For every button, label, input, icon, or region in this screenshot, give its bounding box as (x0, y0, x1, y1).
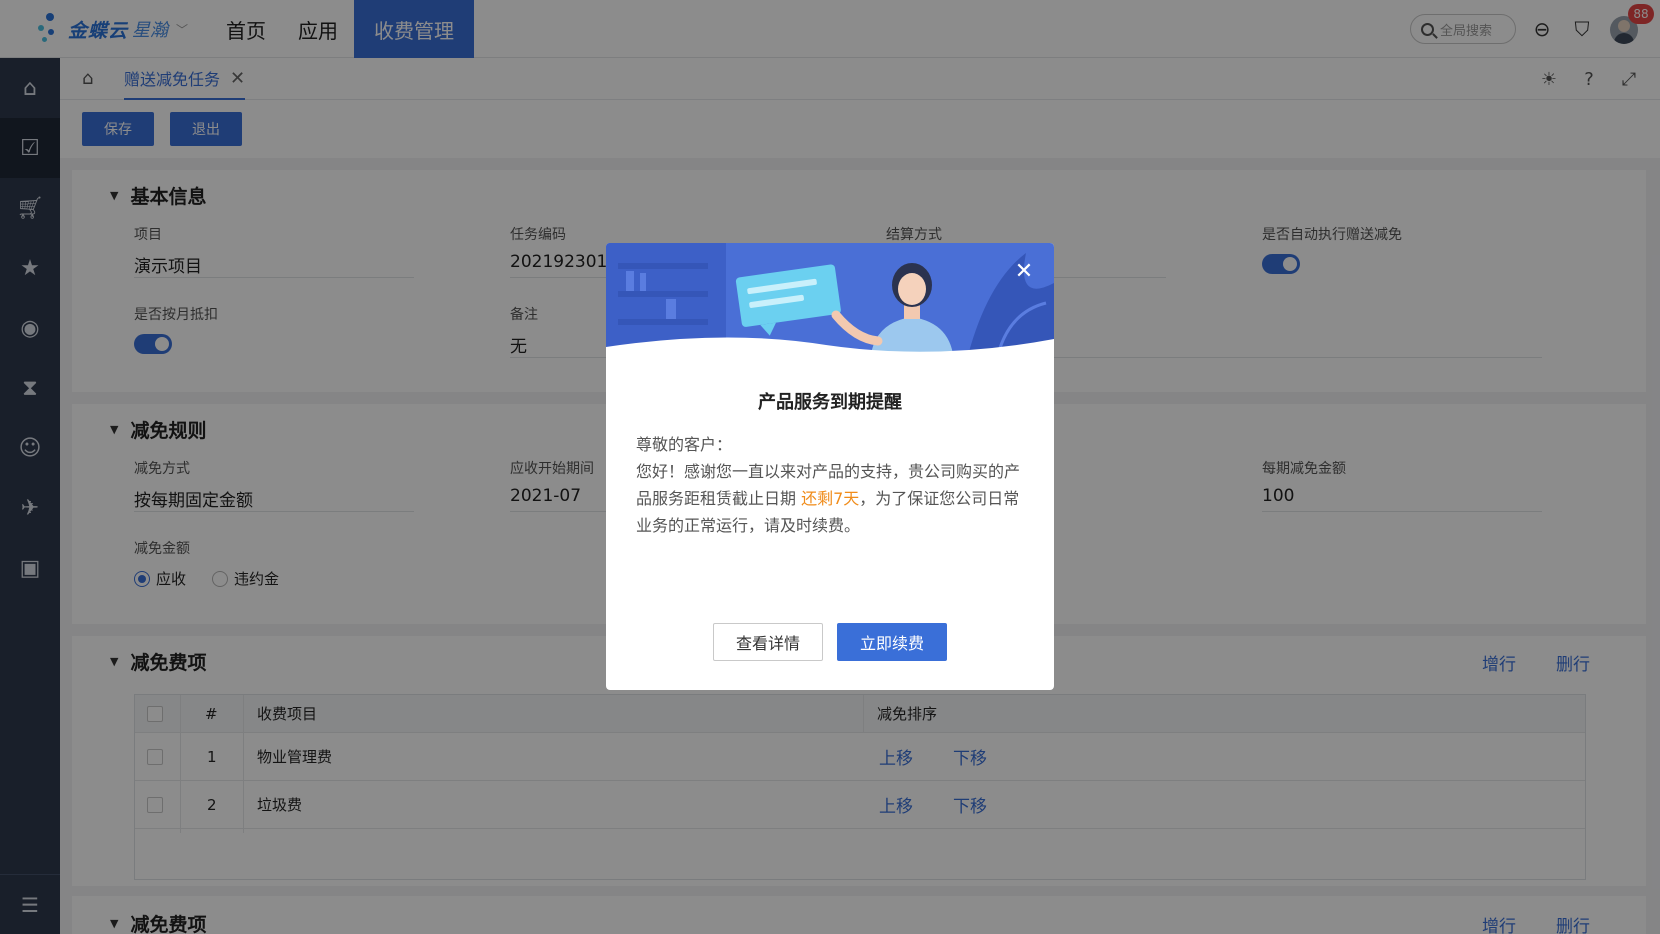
dialog-message: 尊敬的客户： 您好！感谢您一直以来对产品的支持，贵公司购买的产品服务距租赁截止日… (636, 431, 1028, 539)
days-remaining-highlight: 还剩7天 (801, 489, 860, 508)
view-details-button[interactable]: 查看详情 (713, 623, 823, 661)
dialog-greeting: 尊敬的客户： (636, 435, 733, 454)
banner-illustration (606, 243, 1054, 363)
expiry-reminder-dialog: ✕ 产品服务到期提醒 尊敬的客户： 您好！感谢您一直以来对产品的支持，贵公司购买… (606, 243, 1054, 690)
dialog-content: 您好！感谢您一直以来对产品的支持，贵公司购买的产品服务距租赁截止日期 还剩7天，… (636, 458, 1028, 539)
dialog-title: 产品服务到期提醒 (758, 392, 902, 413)
renew-now-button[interactable]: 立即续费 (837, 623, 947, 661)
close-icon[interactable]: ✕ (1012, 259, 1036, 284)
